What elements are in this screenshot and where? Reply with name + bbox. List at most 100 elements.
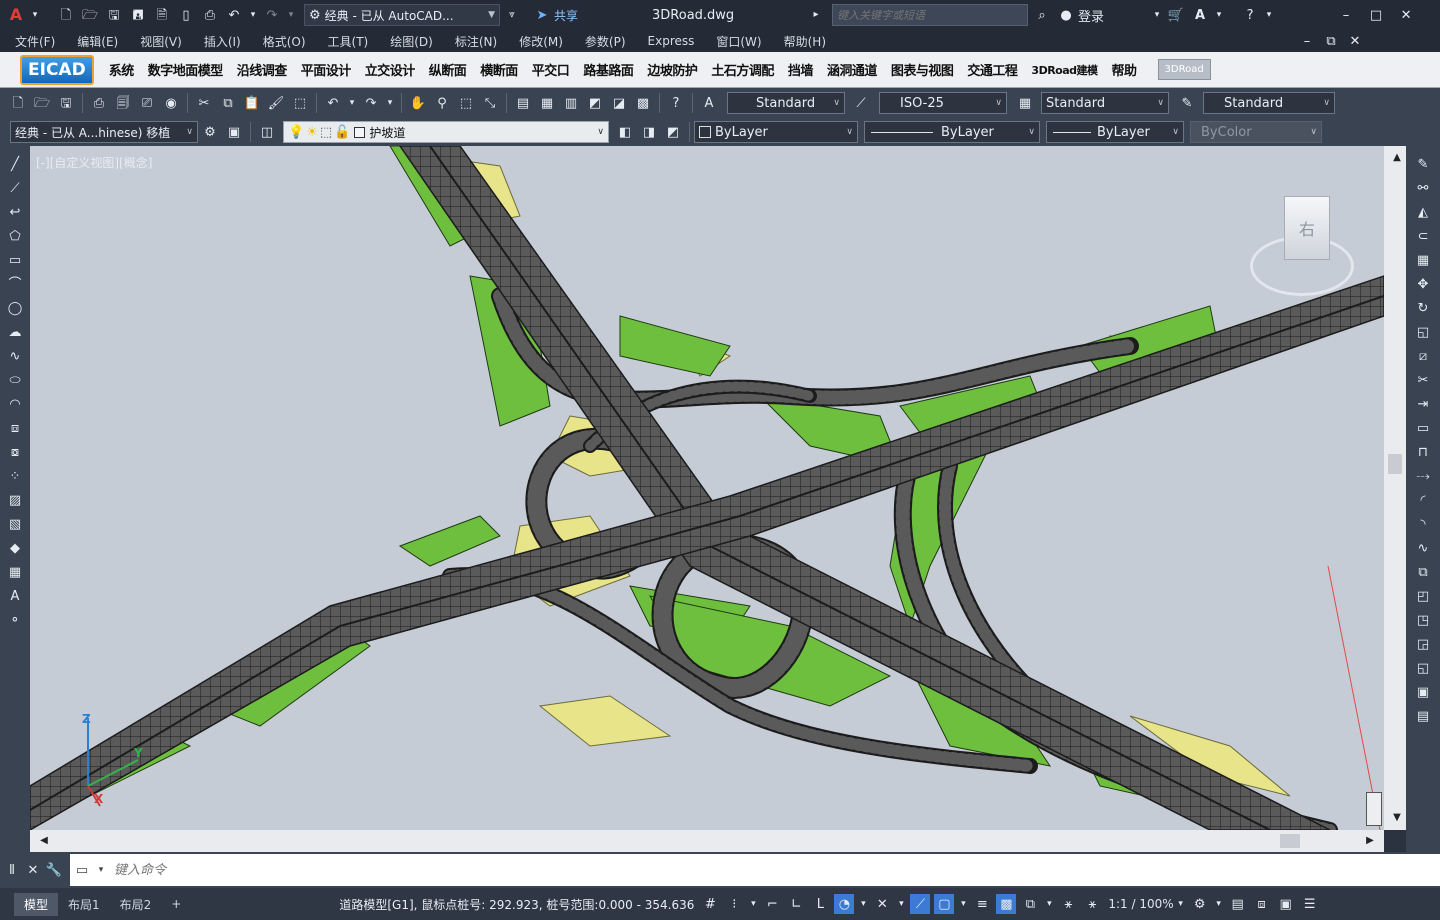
workspace-gear-chevron-icon[interactable]: ▾ — [1214, 894, 1224, 914]
help-chevron-icon[interactable]: ▾ — [1264, 5, 1274, 25]
minimize-icon[interactable]: – — [1336, 5, 1356, 25]
horizontal-scrollbar[interactable]: ◀ ▶ — [30, 830, 1384, 852]
layer-manager-icon[interactable]: ◫ — [257, 122, 277, 142]
app-logo-icon[interactable]: A — [6, 5, 26, 25]
ribbon-interchange[interactable]: 立交设计 — [358, 60, 422, 79]
osnap-chevron-icon[interactable]: ▾ — [958, 894, 968, 914]
properties-icon[interactable]: ▤ — [513, 93, 533, 113]
ribbon-help[interactable]: 帮助 — [1105, 60, 1144, 79]
transparency-icon[interactable]: ▩ — [996, 894, 1017, 914]
login-label[interactable]: 登录 — [1078, 6, 1128, 25]
doc-close-icon[interactable]: ✕ — [1345, 31, 1365, 51]
eicad-logo[interactable]: EICAD — [20, 54, 94, 85]
selection-cycling-icon[interactable]: ⧉ — [1020, 894, 1040, 914]
ribbon-3droad-tab[interactable]: 3DRoad — [1157, 59, 1211, 80]
qnew-icon[interactable]: 🗋 — [8, 93, 28, 113]
annotation-scale-value[interactable]: 1:1 / 100% — [1108, 897, 1173, 911]
calculator-icon[interactable]: ▩ — [633, 93, 653, 113]
customization-icon[interactable]: ☰ — [1300, 894, 1320, 914]
menu-tools[interactable]: 工具(T) — [317, 33, 380, 50]
line-icon[interactable]: ╱ — [5, 154, 25, 174]
workspace-select[interactable]: 经典 - 已从 A...hinese) 移植 ∨ — [10, 121, 198, 143]
snap-icon[interactable]: ⁝ — [724, 894, 744, 914]
close-icon[interactable]: ✕ — [1396, 5, 1416, 25]
open-file-icon[interactable]: 🗁 — [32, 93, 52, 113]
ribbon-culvert[interactable]: 涵洞通道 — [820, 60, 884, 79]
navbar-toggle[interactable] — [1366, 792, 1382, 826]
viewcube[interactable]: 右 — [1244, 196, 1360, 316]
recent-commands-icon[interactable]: ▭ — [72, 860, 92, 880]
draworder-above-icon[interactable]: ◲ — [1413, 634, 1433, 654]
zoom-window-icon[interactable]: ⬚ — [456, 93, 476, 113]
ribbon-subgrade[interactable]: 路基路面 — [576, 60, 640, 79]
search-chevron-icon[interactable]: ▸ — [806, 5, 826, 25]
help-tb-icon[interactable]: ? — [666, 93, 686, 113]
polar-chevron-icon[interactable]: ▾ — [858, 894, 868, 914]
redo-tb-icon[interactable]: ↷ — [361, 93, 381, 113]
menu-edit[interactable]: 编辑(E) — [66, 33, 129, 50]
cart-icon[interactable]: 🛒 — [1166, 5, 1186, 25]
lineweight-select[interactable]: ByLayer ∨ — [1046, 121, 1184, 143]
publish-icon[interactable]: 🗎 — [152, 5, 172, 25]
annotation-scale-icon[interactable]: ⚹ — [1082, 894, 1102, 914]
customize-qat-icon[interactable]: ⩔ — [502, 5, 522, 25]
text-style-select[interactable]: Standard ∨ — [727, 92, 845, 114]
menu-insert[interactable]: 插入(I) — [193, 33, 252, 50]
login-chevron-icon[interactable]: ▾ — [1152, 5, 1162, 25]
move-icon[interactable]: ✥ — [1413, 274, 1433, 294]
doc-restore-icon[interactable]: ⧉ — [1321, 31, 1341, 51]
vertical-scrollbar[interactable]: ▲ ▼ — [1384, 146, 1406, 830]
trim-icon[interactable]: ✂ — [1413, 370, 1433, 390]
command-input[interactable] — [108, 856, 1440, 884]
sheet-set-icon[interactable]: ◩ — [585, 93, 605, 113]
command-grip-icon[interactable]: ⦀ — [2, 860, 22, 880]
insert-block-icon[interactable]: ⧈ — [5, 418, 25, 438]
workspace-switch[interactable]: ⚙ 经典 - 已从 AutoCAD... ▼ — [304, 4, 500, 26]
markup-icon[interactable]: ◪ — [609, 93, 629, 113]
cut-icon[interactable]: ✂ — [194, 93, 214, 113]
menu-parametric[interactable]: 参数(P) — [574, 33, 637, 50]
undo-tb-chevron-icon[interactable]: ▾ — [347, 93, 357, 113]
tab-model[interactable]: 模型 — [14, 892, 59, 916]
make-current-icon[interactable]: ▣ — [224, 122, 244, 142]
linetype-select[interactable]: ByLayer ∨ — [864, 121, 1040, 143]
ribbon-3droad-model[interactable]: 3DRoad建模 — [1024, 62, 1104, 78]
ribbon-earthwork[interactable]: 土石方调配 — [704, 60, 781, 79]
tab-layout1[interactable]: 布局1 — [58, 893, 110, 916]
polar-icon[interactable]: ◔ — [834, 894, 855, 914]
dynamic-ucs-icon[interactable]: ∟ — [786, 894, 806, 914]
print-icon[interactable]: ⎙ — [89, 93, 109, 113]
explode-icon[interactable]: ⧉ — [1413, 562, 1433, 582]
undo-tb-icon[interactable]: ↶ — [323, 93, 343, 113]
plotstyle-select[interactable]: ByColor ∨ — [1190, 121, 1322, 143]
tab-add[interactable]: + — [161, 894, 191, 914]
dim-style-select[interactable]: ISO-25 ∨ — [879, 92, 1007, 114]
ribbon-slope-protection[interactable]: 边坡防护 — [640, 60, 704, 79]
erase-icon[interactable]: ✎ — [1413, 154, 1433, 174]
rotate-icon[interactable]: ↻ — [1413, 298, 1433, 318]
share-label[interactable]: 共享 — [554, 7, 578, 24]
fillet-icon[interactable]: ◝ — [1413, 514, 1433, 534]
rectangle-icon[interactable]: ▭ — [5, 250, 25, 270]
copy-object-icon[interactable]: ⚯ — [1413, 178, 1433, 198]
point-icon[interactable]: ⁘ — [5, 466, 25, 486]
autodesk-chevron-icon[interactable]: ▾ — [1214, 5, 1224, 25]
pan-icon[interactable]: ✋ — [408, 93, 428, 113]
mleader-style-icon[interactable]: ✎ — [1177, 93, 1197, 113]
circle-icon[interactable]: ◯ — [5, 298, 25, 318]
snap-chevron-icon[interactable]: ▾ — [748, 894, 758, 914]
extend-icon[interactable]: ⇥ — [1413, 394, 1433, 414]
quick-properties-icon[interactable]: ▤ — [1228, 894, 1248, 914]
table-style-select[interactable]: Standard ∨ — [1041, 92, 1169, 114]
workspace-settings-icon[interactable]: ⚙ — [200, 122, 220, 142]
scale-icon[interactable]: ◱ — [1413, 322, 1433, 342]
break-point-icon[interactable]: ▭ — [1413, 418, 1433, 438]
autodesk-icon[interactable]: A — [1190, 5, 1210, 25]
horizontal-scroll-thumb[interactable] — [1280, 834, 1300, 848]
undo-chevron-icon[interactable]: ▾ — [248, 5, 258, 25]
ribbon-plan-design[interactable]: 平面设计 — [294, 60, 358, 79]
scroll-right-icon[interactable]: ▶ — [1360, 831, 1380, 851]
paste-icon[interactable]: 📋 — [242, 93, 262, 113]
ribbon-profile[interactable]: 纵断面 — [422, 60, 474, 79]
copy-icon[interactable]: ⧉ — [218, 93, 238, 113]
